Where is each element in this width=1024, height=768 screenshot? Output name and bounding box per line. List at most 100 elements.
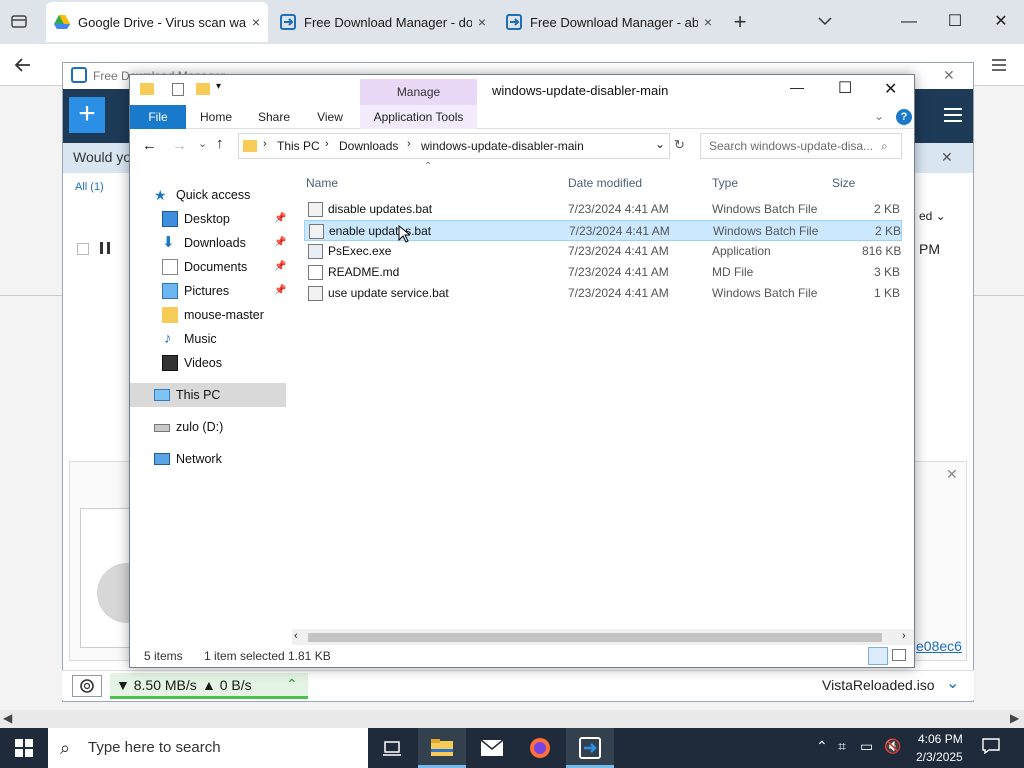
horizontal-scrollbar[interactable]: ‹ › — [292, 629, 914, 645]
file-row[interactable]: PsExec.exe 7/23/2024 4:41 AM Application… — [304, 241, 902, 262]
maximize-button[interactable]: ☐ — [932, 0, 978, 44]
breadcrumb-this-pc[interactable]: This PC — [277, 139, 320, 153]
clock-time[interactable]: 4:06 PM — [918, 732, 963, 746]
nav-pictures[interactable]: Pictures 📌 — [130, 279, 286, 303]
scroll-left-icon[interactable]: ◀ — [3, 711, 12, 725]
chevron-down-icon[interactable]: ⌄ — [946, 673, 959, 693]
expand-ribbon-icon[interactable]: ⌄ — [874, 109, 884, 123]
notifications-icon[interactable] — [982, 738, 1000, 755]
search-input[interactable]: Search windows-update-disa... ⌕ — [700, 133, 902, 159]
file-row[interactable]: enable updates.bat 7/23/2024 4:41 AM Win… — [304, 220, 902, 241]
network-status-icon[interactable]: ⌗ — [838, 738, 846, 755]
forward-arrow-icon[interactable]: → — [172, 137, 187, 154]
nav-music[interactable]: ♪ Music — [130, 327, 286, 351]
download-select-checkbox[interactable] — [77, 243, 89, 255]
tab-actions-icon[interactable] — [10, 12, 28, 30]
tab-google-drive[interactable]: Google Drive - Virus scan warni × — [46, 2, 268, 42]
tab-fdm-download[interactable]: Free Download Manager - dow × — [272, 6, 494, 38]
fdm-taskbar-button[interactable] — [566, 728, 614, 768]
file-row[interactable]: use update service.bat 7/23/2024 4:41 AM… — [304, 283, 902, 304]
column-header-size[interactable]: Size — [832, 171, 855, 195]
column-header-name[interactable]: Name — [306, 171, 338, 195]
drive-icon — [154, 424, 170, 432]
close-icon[interactable]: × — [252, 14, 260, 30]
close-button[interactable]: ✕ — [884, 79, 897, 99]
hamburger-icon[interactable] — [943, 107, 963, 123]
monitor-icon[interactable]: ▭ — [860, 738, 873, 755]
breadcrumb-current-folder[interactable]: windows-update-disabler-main — [421, 139, 584, 153]
close-button[interactable]: ✕ — [978, 0, 1024, 44]
filter-all-tab[interactable]: All (1) — [75, 181, 104, 193]
up-arrow-icon[interactable]: ↑ — [216, 135, 224, 152]
back-arrow-icon[interactable]: ← — [142, 137, 157, 154]
mail-taskbar-button[interactable] — [468, 728, 516, 768]
customize-quick-access-icon[interactable]: ▾ — [216, 81, 221, 92]
taskbar-search[interactable]: ⌕ Type here to search — [48, 728, 368, 768]
column-header-date[interactable]: Date modified — [568, 171, 642, 195]
clock-date[interactable]: 2/3/2025 — [916, 750, 963, 764]
fdm-close-icon[interactable]: ✕ — [943, 67, 955, 84]
close-icon[interactable]: × — [478, 14, 486, 30]
add-download-button[interactable]: + — [69, 97, 105, 133]
breadcrumb-downloads[interactable]: Downloads — [339, 139, 398, 153]
scrollbar-thumb[interactable] — [308, 633, 882, 642]
page-horizontal-scrollbar[interactable]: ◀ ▶ — [0, 710, 1024, 728]
nav-documents[interactable]: Documents 📌 — [130, 255, 286, 279]
nav-drive-d[interactable]: zulo (D:) — [130, 415, 286, 439]
close-icon[interactable]: ✕ — [941, 149, 953, 166]
speed-panel[interactable]: ▼ 8.50 MB/s ▲ 0 B/s ⌃ — [110, 673, 308, 699]
scroll-right-icon[interactable]: ▶ — [1010, 711, 1019, 725]
new-folder-icon[interactable] — [196, 83, 210, 95]
tab-fdm-about[interactable]: Free Download Manager - abso × — [498, 6, 720, 38]
nav-downloads[interactable]: ⬇ Downloads 📌 — [130, 231, 286, 255]
chevron-down-icon[interactable] — [816, 12, 834, 30]
properties-checkbox-icon[interactable] — [172, 83, 184, 96]
nav-this-pc[interactable]: This PC — [130, 383, 286, 407]
large-icons-view-icon[interactable] — [892, 649, 906, 661]
address-bar[interactable]: › This PC › Downloads › windows-update-d… — [238, 133, 670, 159]
scroll-right-icon[interactable]: › — [902, 630, 906, 642]
minimize-button[interactable]: — — [790, 79, 804, 95]
task-view-button[interactable] — [368, 728, 416, 768]
menu-icon[interactable] — [990, 56, 1008, 74]
details-view-icon[interactable] — [868, 647, 888, 665]
close-icon[interactable]: × — [704, 14, 712, 30]
application-file-icon — [308, 244, 323, 259]
minimize-button[interactable]: — — [886, 0, 932, 44]
hash-link[interactable]: e08ec6 — [916, 638, 962, 654]
snail-mode-icon[interactable] — [72, 675, 102, 697]
back-arrow-icon[interactable] — [12, 54, 34, 76]
manage-contextual-tab[interactable]: Manage — [360, 79, 477, 105]
tab-home[interactable]: Home — [192, 105, 240, 129]
volume-muted-icon[interactable]: 🔇 — [884, 738, 901, 755]
tab-view[interactable]: View — [306, 105, 354, 129]
tab-share[interactable]: Share — [250, 105, 298, 129]
mouse-cursor-icon — [398, 224, 412, 243]
close-icon[interactable]: ✕ — [946, 466, 958, 483]
file-row[interactable]: disable updates.bat 7/23/2024 4:41 AM Wi… — [304, 199, 902, 220]
nav-mouse-master[interactable]: mouse-master — [130, 303, 286, 327]
refresh-icon[interactable]: ↻ — [674, 137, 685, 153]
help-icon[interactable]: ? — [896, 109, 912, 125]
file-explorer-taskbar-button[interactable] — [418, 728, 466, 768]
sort-dropdown[interactable]: ed ⌄ — [919, 209, 946, 223]
nav-network[interactable]: Network — [130, 447, 286, 471]
chevron-up-icon[interactable]: ⌃ — [286, 676, 298, 693]
nav-desktop[interactable]: Desktop 📌 — [130, 207, 286, 231]
address-dropdown-icon[interactable]: ⌄ — [655, 137, 665, 151]
file-row[interactable]: README.md 7/23/2024 4:41 AM MD File 3 KB — [304, 262, 902, 283]
folder-icon — [243, 140, 257, 152]
chevron-up-icon[interactable]: ⌃ — [816, 738, 828, 755]
tab-application-tools[interactable]: Application Tools — [360, 105, 477, 129]
pause-icon[interactable] — [99, 241, 111, 255]
maximize-button[interactable]: ☐ — [838, 78, 852, 98]
firefox-taskbar-button[interactable] — [516, 728, 564, 768]
scroll-left-icon[interactable]: ‹ — [294, 630, 298, 642]
start-button[interactable] — [0, 728, 48, 768]
new-tab-button[interactable]: + — [728, 8, 752, 36]
nav-videos[interactable]: Videos — [130, 351, 286, 375]
nav-quick-access[interactable]: ★ Quick access — [130, 183, 286, 207]
tab-file[interactable]: File — [130, 105, 186, 129]
column-header-type[interactable]: Type — [712, 171, 738, 195]
recent-locations-icon[interactable]: ⌄ — [198, 137, 207, 150]
